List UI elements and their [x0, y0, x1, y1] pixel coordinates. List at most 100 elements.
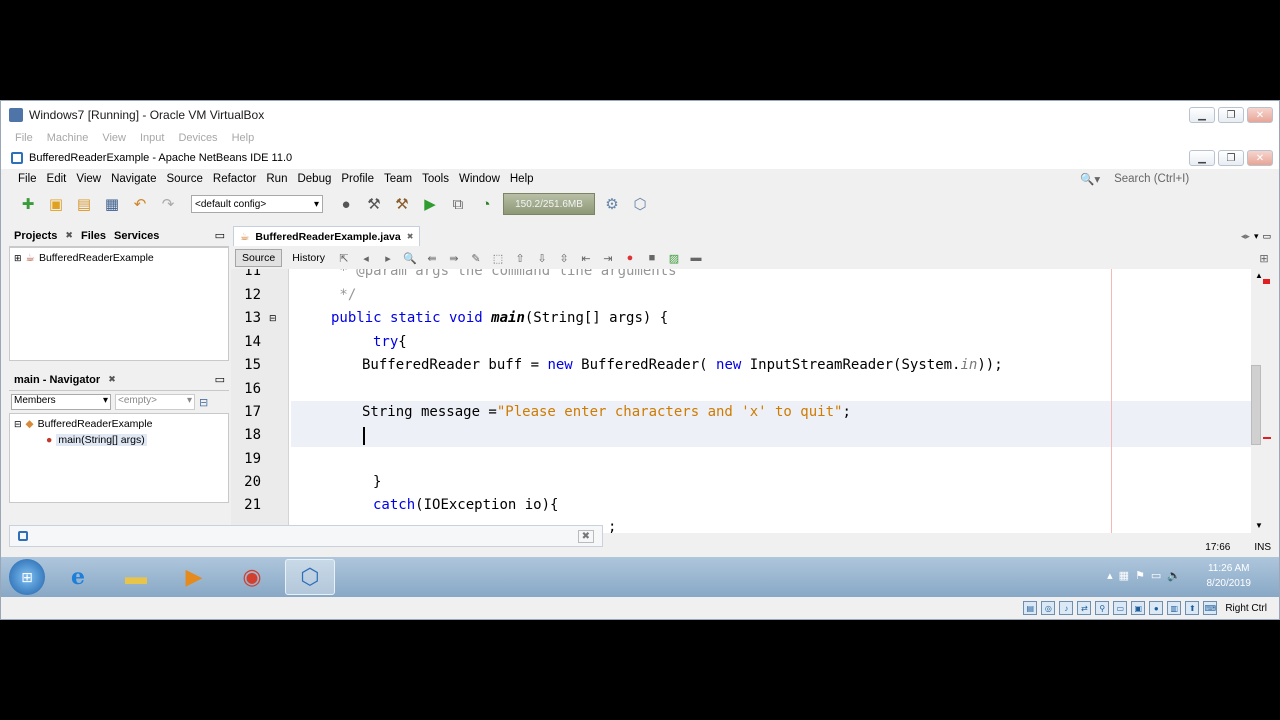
clean-build-icon[interactable]: ⚒ — [391, 193, 413, 215]
shift-left-icon[interactable]: ⇤ — [577, 249, 595, 267]
internet-explorer-icon[interactable]: e — [53, 559, 103, 595]
restore-button[interactable]: ❐ — [1218, 107, 1244, 123]
fold-icon[interactable]: ⊟ — [269, 313, 277, 324]
chevron-down-icon[interactable]: ▾ — [1254, 231, 1259, 242]
vm-menu-machine[interactable]: Machine — [47, 132, 89, 144]
mouse-icon[interactable]: ⬆ — [1185, 601, 1200, 615]
members-select[interactable]: Members ▾ — [11, 394, 111, 410]
stop-macro-icon[interactable]: ■ — [643, 249, 661, 267]
toggle-bookmark-icon[interactable]: ⇳ — [555, 249, 573, 267]
cd-icon[interactable]: ◎ — [1041, 601, 1056, 615]
split-icon[interactable]: ⊞ — [1255, 249, 1273, 267]
menu-navigate[interactable]: Navigate — [106, 173, 161, 185]
source-tab[interactable]: Source — [235, 249, 283, 267]
menu-window[interactable]: Window — [454, 173, 505, 185]
start-button-icon[interactable]: ⊞ — [9, 559, 45, 595]
tray-network-icon[interactable]: ▦ — [1119, 569, 1129, 582]
tab-files[interactable]: Files — [81, 230, 106, 242]
build-icon[interactable]: ⚒ — [363, 193, 385, 215]
save-all-icon[interactable]: ▦ — [101, 193, 123, 215]
tray-flag-icon[interactable]: ⚑ — [1135, 569, 1145, 582]
navigator-title[interactable]: main - Navigator — [14, 374, 100, 386]
history-tab[interactable]: History — [286, 249, 331, 267]
chrome-icon[interactable]: ◉ — [227, 559, 277, 595]
method-node[interactable]: ● main(String[] args) — [14, 432, 224, 448]
tray-arrow-icon[interactable]: ▴ — [1107, 569, 1113, 582]
menu-tools[interactable]: Tools — [417, 173, 454, 185]
find-icon[interactable]: 🔍 — [401, 249, 419, 267]
config-select[interactable]: <default config> ▾ — [191, 195, 323, 213]
hdd-icon[interactable]: ▤ — [1023, 601, 1038, 615]
nb-restore-button[interactable]: ❐ — [1218, 150, 1244, 166]
tray-volume-icon[interactable]: 🔈 — [1167, 569, 1181, 582]
menu-debug[interactable]: Debug — [292, 173, 336, 185]
menu-profile[interactable]: Profile — [336, 173, 379, 185]
menu-refactor[interactable]: Refactor — [208, 173, 261, 185]
cpu-icon[interactable]: ▥ — [1167, 601, 1182, 615]
find-next-icon[interactable]: ⇛ — [445, 249, 463, 267]
audio-icon[interactable]: ♪ — [1059, 601, 1074, 615]
maximize-icon[interactable]: ▭ — [1262, 231, 1271, 242]
menu-team[interactable]: Team — [379, 173, 417, 185]
comment-icon[interactable]: ▨ — [665, 249, 683, 267]
close-icon[interactable]: ✖ — [65, 230, 73, 241]
rect-select-icon[interactable]: ⬚ — [489, 249, 507, 267]
scroll-thumb[interactable] — [1251, 365, 1261, 445]
uncomment-icon[interactable]: ▬ — [687, 249, 705, 267]
filter-icon[interactable]: ⊟ — [199, 396, 208, 409]
last-edit-icon[interactable]: ⇱ — [335, 249, 353, 267]
menu-source[interactable]: Source — [161, 173, 207, 185]
recording-icon[interactable]: ● — [1149, 601, 1164, 615]
start-macro-icon[interactable]: ● — [621, 249, 639, 267]
vm-menu-input[interactable]: Input — [140, 132, 164, 144]
editor-tab[interactable]: ☕ BufferedReaderExample.java ✖ — [233, 226, 421, 246]
media-player-icon[interactable]: ▶ — [169, 559, 219, 595]
collapse-icon[interactable]: ⊟ — [14, 419, 22, 430]
profile-icon[interactable]: ◔ — [475, 193, 497, 215]
globe-icon[interactable]: ● — [335, 193, 357, 215]
close-icon[interactable]: ✖ — [577, 529, 594, 543]
toggle-highlight-icon[interactable]: ✎ — [467, 249, 485, 267]
nb-minimize-button[interactable]: ▁ — [1189, 150, 1215, 166]
close-button[interactable]: ✕ — [1247, 107, 1273, 123]
gc-icon[interactable]: ⚙ — [601, 193, 623, 215]
scroll-tabs-icon[interactable]: ◂▸ — [1241, 231, 1250, 242]
usb-icon[interactable]: ⚲ — [1095, 601, 1110, 615]
scroll-up-icon[interactable]: ▲ — [1255, 271, 1263, 280]
minimize-panel-icon[interactable]: ▭ — [215, 373, 225, 386]
debug-icon[interactable]: ⧉ — [447, 193, 469, 215]
menu-help[interactable]: Help — [505, 173, 539, 185]
keyboard-icon[interactable]: ⌨ — [1203, 601, 1218, 615]
netbeans-taskbar-icon[interactable]: ⬡ — [285, 559, 335, 595]
run-icon[interactable]: ▶ — [419, 193, 441, 215]
vm-menu-devices[interactable]: Devices — [178, 132, 217, 144]
vm-menu-file[interactable]: File — [15, 132, 33, 144]
expand-icon[interactable]: ⊞ — [14, 253, 22, 264]
shared-folder-icon[interactable]: ▭ — [1113, 601, 1128, 615]
forward-icon[interactable]: ▸ — [379, 249, 397, 267]
tab-services[interactable]: Services — [114, 230, 159, 242]
menu-file[interactable]: File — [13, 173, 42, 185]
network-icon[interactable]: ⇄ — [1077, 601, 1092, 615]
shift-right-icon[interactable]: ⇥ — [599, 249, 617, 267]
minimize-button[interactable]: ▁ — [1189, 107, 1215, 123]
scroll-down-icon[interactable]: ▼ — [1255, 521, 1263, 530]
empty-select[interactable]: <empty> ▾ — [115, 394, 195, 410]
nb-close-button[interactable]: ✕ — [1247, 150, 1273, 166]
editor-scrollbar[interactable]: ▲ ▼ — [1251, 269, 1273, 533]
vm-menu-help[interactable]: Help — [232, 132, 255, 144]
minimize-panel-icon[interactable]: ▭ — [215, 229, 225, 242]
vm-menu-view[interactable]: View — [102, 132, 126, 144]
file-explorer-icon[interactable]: ▬ — [111, 559, 161, 595]
snapshot-icon[interactable]: ⬡ — [629, 193, 651, 215]
project-node[interactable]: ⊞ ☕ BufferedReaderExample — [14, 250, 224, 266]
display-icon[interactable]: ▣ — [1131, 601, 1146, 615]
class-node[interactable]: ⊟ ◆ BufferedReaderExample — [14, 416, 224, 432]
prev-bookmark-icon[interactable]: ⇧ — [511, 249, 529, 267]
memory-indicator[interactable]: 150.2/251.6MB — [503, 193, 595, 215]
new-project-icon[interactable]: ▣ — [45, 193, 67, 215]
redo-icon[interactable]: ↷ — [157, 193, 179, 215]
tab-projects[interactable]: Projects — [14, 230, 57, 242]
menu-run[interactable]: Run — [261, 173, 292, 185]
back-icon[interactable]: ◂ — [357, 249, 375, 267]
